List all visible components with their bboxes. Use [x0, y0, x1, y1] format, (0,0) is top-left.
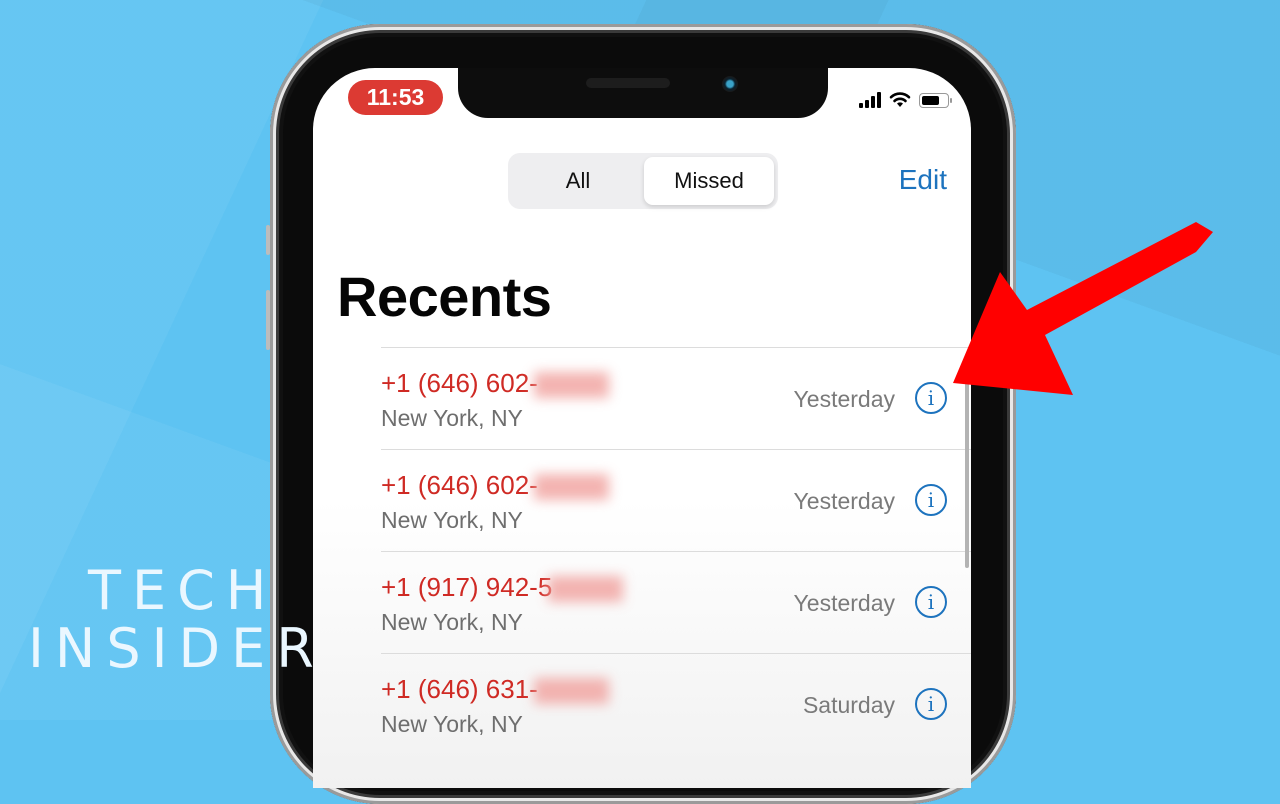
status-time[interactable]: 11:53 [348, 80, 443, 115]
wifi-icon [889, 92, 911, 107]
redacted-digits [533, 678, 609, 705]
battery-icon [919, 92, 952, 108]
front-camera [722, 76, 738, 92]
recents-list: +1 (646) 602- New York, NY Yesterday i +… [381, 347, 971, 755]
call-location: New York, NY [381, 711, 523, 737]
call-location: New York, NY [381, 507, 523, 533]
speaker [586, 78, 670, 88]
segment-all[interactable]: All [512, 157, 644, 205]
call-date: Yesterday [793, 386, 895, 412]
call-date: Yesterday [793, 488, 895, 514]
call-number: +1 (646) 602- [381, 368, 609, 399]
redacted-digits [533, 372, 609, 399]
status-icons [859, 92, 952, 108]
logo-line-insider: INSIDER [28, 617, 325, 680]
phone-mute-switch [266, 225, 270, 255]
info-icon[interactable]: i [915, 688, 947, 720]
redacted-digits [533, 474, 609, 501]
call-number: +1 (917) 942-5 [381, 572, 624, 603]
edit-button[interactable]: Edit [899, 164, 947, 196]
phone-screen: 11:53 All Missed Edit Recents +1 (646) 6… [313, 68, 971, 788]
call-location: New York, NY [381, 609, 523, 635]
page-title: Recents [337, 265, 552, 328]
segment-missed[interactable]: Missed [644, 157, 774, 205]
tech-insider-logo: TECH INSIDER [28, 562, 325, 678]
phone-volume-button [266, 290, 270, 350]
info-icon[interactable]: i [915, 586, 947, 618]
call-number: +1 (646) 602- [381, 470, 609, 501]
call-row[interactable]: +1 (646) 602- New York, NY Yesterday i [381, 449, 971, 551]
scrollbar[interactable] [965, 368, 969, 568]
call-location: New York, NY [381, 405, 523, 431]
info-icon[interactable]: i [915, 382, 947, 414]
info-icon[interactable]: i [915, 484, 947, 516]
call-row[interactable]: +1 (646) 602- New York, NY Yesterday i [381, 347, 971, 449]
cellular-signal-icon [859, 92, 881, 108]
logo-line-tech: TECH [88, 559, 278, 622]
redacted-digits [548, 576, 624, 603]
call-date: Saturday [802, 692, 895, 718]
call-row[interactable]: +1 (917) 942-5 New York, NY Yesterday i [381, 551, 971, 653]
call-row[interactable]: +1 (646) 631- New York, NY Saturday i [381, 653, 971, 755]
call-number: +1 (646) 631- [381, 674, 609, 705]
call-date: Yesterday [793, 590, 895, 616]
notch [458, 68, 828, 118]
call-filter-segmented-control: All Missed [508, 153, 778, 209]
